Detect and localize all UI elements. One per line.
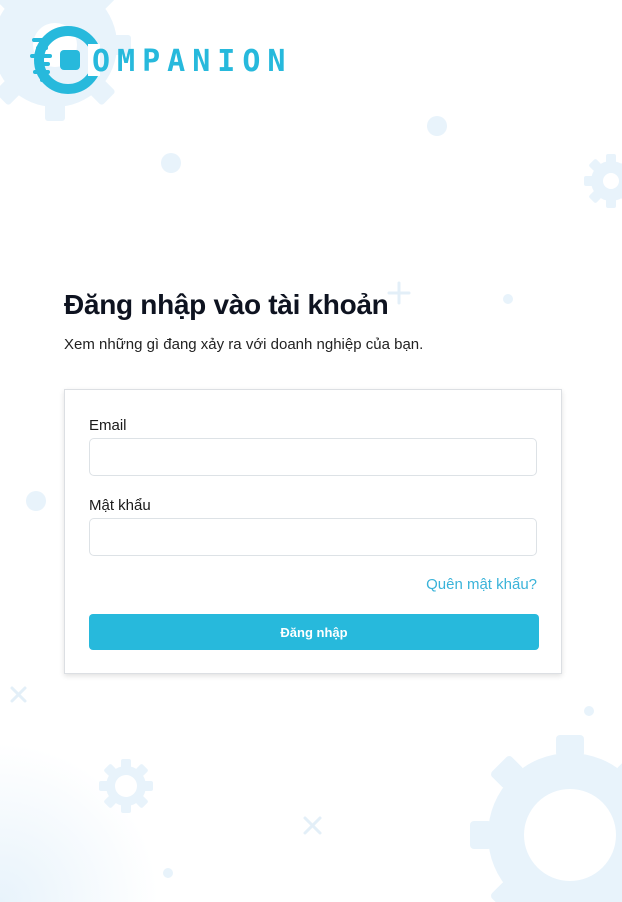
page-subtitle: Xem những gì đang xảy ra với doanh nghiệ… [64, 336, 424, 353]
password-label: Mật khẩu [89, 497, 151, 514]
corner-shade [0, 742, 160, 902]
dot-decoration [584, 706, 594, 716]
plus-decoration-icon [387, 281, 411, 305]
dot-decoration [163, 868, 173, 878]
company-logo[interactable]: OMPANION [30, 26, 286, 94]
forgot-password-link[interactable]: Quên mật khẩu? [426, 576, 537, 593]
company-logo-icon [30, 26, 100, 94]
dot-decoration [161, 153, 181, 173]
email-field[interactable] [89, 438, 537, 476]
password-field[interactable] [89, 518, 537, 556]
gear-decoration-icon [99, 759, 153, 813]
dot-decoration [503, 294, 513, 304]
email-label: Email [89, 417, 127, 434]
dot-decoration [427, 116, 447, 136]
gear-decoration-icon [584, 154, 622, 208]
cross-decoration-icon [10, 686, 27, 703]
page-title: Đăng nhập vào tài khoản [64, 289, 389, 320]
gear-decoration-icon [470, 735, 622, 902]
cross-decoration-icon [303, 816, 322, 835]
dot-decoration [26, 491, 46, 511]
login-form: Email Mật khẩu Quên mật khẩu? Đăng nhập [64, 389, 562, 674]
logo-text: OMPANION [92, 44, 293, 79]
login-button[interactable]: Đăng nhập [89, 614, 539, 650]
